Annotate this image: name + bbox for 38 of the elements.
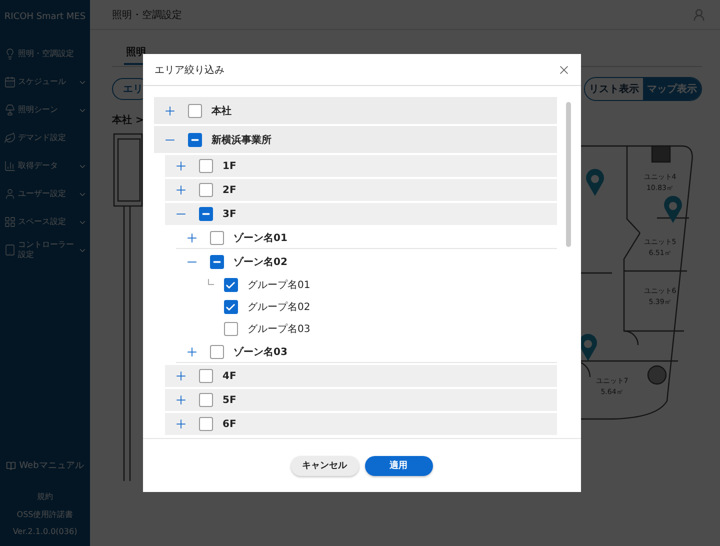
cancel-button[interactable]: キャンセル <box>290 456 358 476</box>
tree-connector <box>208 279 214 285</box>
checkbox[interactable] <box>224 300 238 314</box>
tree-label: ゾーン名03 <box>234 346 288 358</box>
checkbox[interactable] <box>210 344 224 358</box>
tree-label: グループ名01 <box>248 278 310 292</box>
oss-license-link[interactable]: OSS使用許諾書 <box>16 509 74 520</box>
checkbox[interactable] <box>210 230 224 244</box>
tree-label: 新横浜事業所 <box>212 133 272 146</box>
terms-link[interactable]: 規約 <box>37 491 53 502</box>
version-text: Ver.2.1.0.0(036) <box>12 527 78 536</box>
breadcrumb: 本社 > <box>112 114 145 127</box>
tree-label: 3F <box>222 208 236 220</box>
checkbox[interactable] <box>198 159 212 173</box>
scrollbar-thumb[interactable] <box>566 102 570 247</box>
tree-label: 6F <box>222 418 236 430</box>
tree-label: 1F <box>222 160 236 172</box>
dialog-title: エリア絞り込み <box>154 64 224 76</box>
tree-label: 本社 <box>212 104 232 118</box>
checkbox[interactable] <box>198 183 212 197</box>
checkbox[interactable] <box>198 417 212 431</box>
checkbox[interactable] <box>224 322 238 336</box>
checkbox[interactable] <box>188 104 202 118</box>
brand-name: RICOH Smart MES <box>3 11 87 24</box>
checkbox[interactable] <box>198 393 212 407</box>
apply-button[interactable]: 適用 <box>364 456 432 476</box>
tree-label: グループ名02 <box>248 300 310 314</box>
tree-label: 5F <box>222 394 236 406</box>
check-icon <box>225 302 236 312</box>
check-icon <box>225 280 236 290</box>
checkbox[interactable] <box>224 278 238 292</box>
page-title: 照明・空調設定 <box>112 8 182 22</box>
checkbox[interactable] <box>198 369 212 383</box>
tree-label: グループ名03 <box>248 322 310 336</box>
tree-label: ゾーン名02 <box>234 256 288 269</box>
tree-label: 4F <box>222 370 236 382</box>
tree-label: ゾーン名01 <box>234 232 288 244</box>
tree-label: 2F <box>222 184 236 196</box>
